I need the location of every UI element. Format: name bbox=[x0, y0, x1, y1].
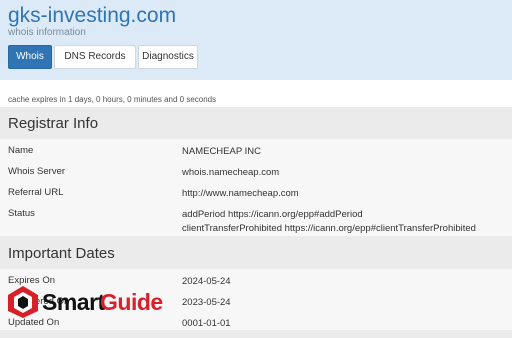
row-value: whois.namecheap.com bbox=[182, 167, 280, 178]
watermark-text-smart: Smart bbox=[42, 289, 105, 315]
row-value: addPeriod https://icann.org/epp#addPerio… bbox=[182, 208, 507, 236]
row-label: Whois Server bbox=[8, 166, 66, 177]
cache-expiry-text: cache expires in 1 days, 0 hours, 0 minu… bbox=[8, 95, 217, 104]
status-line: clientTransferProhibited https://icann.o… bbox=[182, 223, 476, 234]
row-label: Status bbox=[8, 208, 35, 219]
cache-bar: cache expires in 1 days, 0 hours, 0 minu… bbox=[0, 80, 512, 107]
status-line: addPeriod https://icann.org/epp#addPerio… bbox=[182, 209, 363, 220]
section-divider bbox=[0, 330, 512, 338]
registrar-info-heading: Registrar Info bbox=[0, 107, 512, 139]
page-subtitle: whois information bbox=[8, 27, 86, 38]
tab-diagnostics[interactable]: Diagnostics bbox=[138, 45, 198, 69]
watermark-text-guide: Guide bbox=[100, 289, 163, 315]
site-header: gks-investing.com whois information Whoi… bbox=[0, 0, 512, 80]
table-row: Whois Server whois.namecheap.com bbox=[0, 160, 512, 182]
tab-dns-records[interactable]: DNS Records bbox=[54, 45, 136, 69]
tab-whois[interactable]: Whois bbox=[8, 45, 52, 69]
row-value: 2023-05-24 bbox=[182, 297, 231, 308]
section-title: Registrar Info bbox=[8, 115, 99, 132]
page-title: gks-investing.com bbox=[8, 4, 177, 27]
table-row: Referral URL http://www.namecheap.com bbox=[0, 181, 512, 203]
row-value: NAMECHEAP INC bbox=[182, 146, 262, 157]
row-value: http://www.namecheap.com bbox=[182, 188, 299, 199]
section-title: Important Dates bbox=[8, 245, 115, 262]
row-value: 2024-05-24 bbox=[182, 276, 231, 287]
smartguide-watermark: Smart Guide bbox=[6, 284, 166, 324]
row-label: Name bbox=[8, 145, 34, 156]
table-row: Name NAMECHEAP INC bbox=[0, 139, 512, 161]
important-dates-heading: Important Dates bbox=[0, 237, 512, 269]
row-value: 0001-01-01 bbox=[182, 318, 231, 329]
row-label: Referral URL bbox=[8, 187, 64, 198]
smartguide-logo-icon bbox=[8, 286, 38, 318]
table-row: Status addPeriod https://icann.org/epp#a… bbox=[0, 202, 512, 237]
